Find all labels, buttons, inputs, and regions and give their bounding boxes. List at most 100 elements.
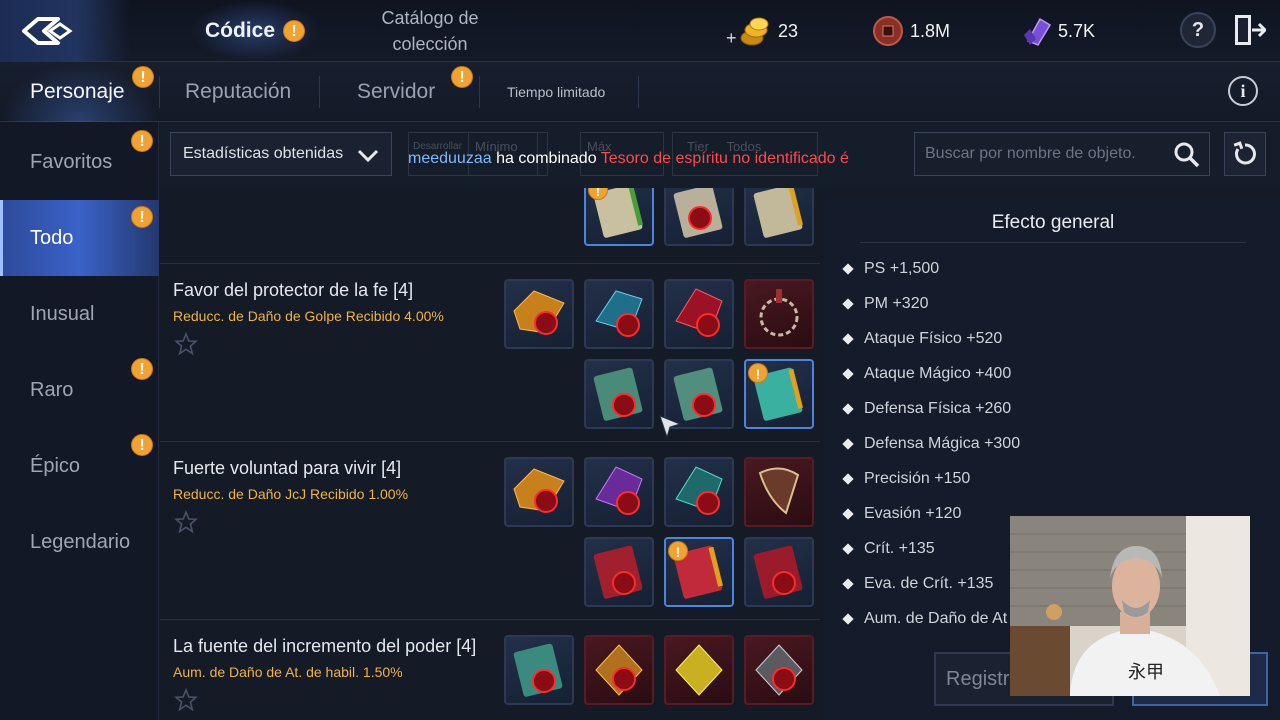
- stat-text: Crít. +135: [864, 540, 935, 557]
- favorite-star-icon[interactable]: [174, 332, 198, 356]
- tab-personaje[interactable]: Personaje !: [0, 62, 159, 122]
- set-title: Fuerte voluntad para vivir [4]: [173, 458, 402, 478]
- sidebar-item-epico[interactable]: Épico !: [0, 428, 159, 504]
- register-button-label: Registr: [946, 667, 1010, 690]
- stat-line: Eva. de Crít. +135: [842, 575, 994, 593]
- alert-icon: !: [668, 541, 688, 561]
- exit-button[interactable]: [1232, 12, 1268, 48]
- item-slot[interactable]: [664, 188, 734, 246]
- item-slot[interactable]: !: [744, 359, 814, 429]
- refresh-button[interactable]: [1224, 132, 1266, 176]
- bullet-icon: [842, 403, 854, 415]
- item-slot[interactable]: [664, 279, 734, 349]
- sidebar-item-label: Inusual: [30, 302, 95, 325]
- stat-line: Precisión +150: [842, 470, 971, 488]
- item-slot[interactable]: !: [664, 537, 734, 607]
- stats-dropdown-label: Estadísticas obtenidas: [183, 145, 344, 162]
- red-shard-icon: [675, 288, 723, 337]
- tab-divider: [319, 76, 320, 108]
- tab-collection-catalog[interactable]: Catálogo de colección: [360, 0, 500, 62]
- book-item-icon: [673, 188, 723, 238]
- sidebar-item-label: Épico: [30, 454, 81, 477]
- sidebar-item-raro[interactable]: Raro !: [0, 352, 159, 428]
- set-row[interactable]: Fuerte voluntad para vivir [4] Reducc. d…: [160, 442, 820, 620]
- item-slot[interactable]: [744, 635, 814, 705]
- currency-gold[interactable]: + 23: [726, 14, 798, 48]
- help-button[interactable]: ?: [1180, 12, 1216, 48]
- tab-tiempo-limitado[interactable]: Tiempo limitado: [507, 62, 605, 122]
- stat-text: Precisión +150: [864, 470, 971, 487]
- set-row-partial[interactable]: !: [160, 188, 820, 264]
- item-slot[interactable]: [584, 635, 654, 705]
- set-row[interactable]: La fuente del incremento del poder [4] A…: [160, 620, 820, 720]
- item-slot[interactable]: [504, 635, 574, 705]
- tab-divider: [638, 76, 639, 108]
- sidebar-item-label: Todo: [30, 226, 74, 249]
- stat-line: Aum. de Daño de At: [842, 610, 1008, 628]
- red-book-icon: [593, 545, 643, 599]
- item-slot[interactable]: [744, 537, 814, 607]
- alert-icon: !: [132, 66, 154, 88]
- tab-servidor-label: Servidor: [357, 80, 436, 103]
- alert-icon: !: [131, 434, 153, 456]
- set-effect: Aum. de Daño de At. de habil. 1.50%: [173, 664, 403, 680]
- bullet-icon: [842, 333, 854, 345]
- refresh-icon: [1233, 141, 1256, 165]
- item-slot[interactable]: [664, 635, 734, 705]
- currency-gold-value: 23: [778, 20, 799, 41]
- set-title: La fuente del incremento del poder [4]: [173, 636, 477, 656]
- stat-text: Eva. de Crít. +135: [864, 575, 994, 592]
- set-row[interactable]: Favor del protector de la fe [4] Reducc.…: [160, 264, 820, 442]
- bullet-icon: [842, 368, 854, 380]
- item-slot[interactable]: [584, 457, 654, 527]
- item-slot[interactable]: [744, 188, 814, 246]
- item-slot[interactable]: [504, 457, 574, 527]
- item-slot[interactable]: [664, 457, 734, 527]
- stat-line: Defensa Física +260: [842, 400, 1011, 418]
- stat-text: Aum. de Daño de At: [864, 610, 1008, 627]
- search-placeholder: Buscar por nombre de objeto.: [925, 145, 1136, 162]
- green-book-icon: [593, 367, 643, 421]
- bullet-icon: [842, 263, 854, 275]
- sidebar-item-label: Legendario: [30, 530, 131, 553]
- item-slot[interactable]: [584, 279, 654, 349]
- notification-verb: ha combinado: [496, 150, 597, 167]
- tab-codex[interactable]: Códice !: [190, 0, 320, 62]
- amber-gem-icon: [595, 644, 643, 696]
- bullet-icon: [842, 438, 854, 450]
- stat-text: PM +320: [864, 295, 929, 312]
- sidebar-item-favoritos[interactable]: Favoritos !: [0, 124, 159, 200]
- item-slot[interactable]: !: [584, 188, 654, 246]
- back-logo-button[interactable]: [0, 0, 130, 62]
- search-input[interactable]: Buscar por nombre de objeto.: [914, 132, 1210, 176]
- bullet-icon: [842, 543, 854, 555]
- book-item-icon: [753, 188, 804, 238]
- top-bar: Códice ! Catálogo de colección + 23 1.8M…: [0, 0, 1280, 62]
- notification-item: Tesoro de espíritu no identificado é: [600, 150, 849, 167]
- item-slot[interactable]: [584, 359, 654, 429]
- set-list: ! Favor del protector de la fe [4] Reduc…: [160, 188, 820, 720]
- item-slot[interactable]: [744, 279, 814, 349]
- favorite-star-icon[interactable]: [174, 688, 198, 712]
- favorite-star-icon[interactable]: [174, 510, 198, 534]
- bullet-icon: [842, 298, 854, 310]
- stats-dropdown[interactable]: Estadísticas obtenidas: [170, 132, 392, 176]
- tab-reputacion[interactable]: Reputación: [185, 62, 291, 122]
- stat-line: PM +320: [842, 295, 929, 313]
- amber-shard-icon: [513, 290, 565, 335]
- item-slot[interactable]: [744, 457, 814, 527]
- sidebar-item-legendario[interactable]: Legendario: [0, 504, 159, 580]
- stat-text: Evasión +120: [864, 505, 962, 522]
- sidebar-item-todo[interactable]: Todo !: [0, 200, 159, 276]
- item-slot[interactable]: [504, 279, 574, 349]
- item-slot[interactable]: [584, 537, 654, 607]
- webcam-person-image: 永甲: [1010, 516, 1250, 696]
- stat-line: Ataque Físico +520: [842, 330, 1002, 348]
- currency-crystal[interactable]: 5.7K: [1022, 14, 1095, 48]
- chevron-down-icon: [357, 149, 379, 163]
- tab-servidor[interactable]: Servidor !: [357, 62, 473, 122]
- sidebar-item-inusual[interactable]: Inusual: [0, 276, 159, 352]
- currency-copper[interactable]: 1.8M: [872, 14, 950, 48]
- info-button[interactable]: i: [1228, 76, 1258, 106]
- tab-tiempo-limitado-label: Tiempo limitado: [507, 84, 606, 100]
